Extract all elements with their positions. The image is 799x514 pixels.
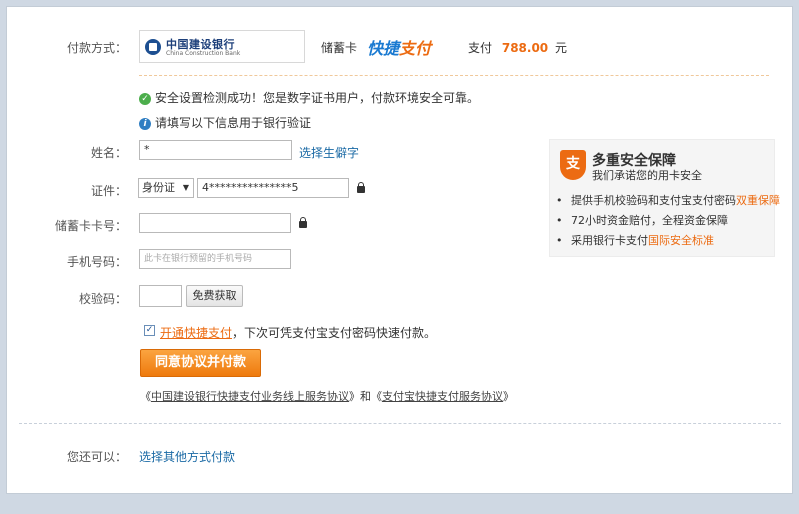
security-ok-notice: ✓ 安全设置检测成功！您是数字证书用户，付款环境安全可靠。: [139, 89, 479, 106]
lock-icon: [299, 217, 307, 228]
phone-field[interactable]: 此卡在银行预留的手机号码: [139, 249, 291, 269]
agreement-row: 《中国建设银行快捷支付业务线上服务协议》和《支付宝快捷支付服务协议》: [140, 388, 514, 404]
card-number-field[interactable]: [139, 213, 291, 233]
security-subtitle: 我们承诺您的用卡安全: [592, 169, 702, 182]
name-label: 姓名：: [90, 146, 127, 160]
currency: 元: [554, 41, 567, 55]
kuaijie-text-b: 支付: [399, 39, 432, 58]
code-field[interactable]: [139, 285, 182, 307]
payment-method-label: 付款方式：: [66, 41, 127, 55]
alipay-agreement-link[interactable]: 支付宝快捷支付服务协议: [382, 390, 503, 403]
info-icon: i: [139, 117, 151, 130]
agreement-suffix: 》: [503, 390, 514, 403]
security-item: 提供手机校验码和支付宝支付密码双重保障: [556, 192, 780, 208]
kuaijie-logo: 快捷支付: [367, 35, 431, 59]
agreement-prefix: 《: [140, 390, 151, 403]
id-label: 证件：: [90, 184, 127, 198]
chevron-down-icon: ▼: [182, 183, 189, 192]
name-field[interactable]: *: [139, 140, 292, 160]
id-type-value: 身份证: [142, 181, 175, 194]
enable-quick-text: ，下次可凭支付宝支付密码快速付款。: [232, 326, 437, 340]
kuaijie-text-a: 快捷: [367, 39, 400, 58]
bank-selector[interactable]: 中国建设银行 China Construction Bank: [139, 30, 305, 63]
bank-name-en: China Construction Bank: [166, 50, 241, 57]
security-ok-text: 安全设置检测成功！您是数字证书用户，付款环境安全可靠。: [155, 91, 480, 105]
enable-quick-checkbox[interactable]: ✓: [144, 325, 155, 336]
security-item: 72小时资金赔付，全程资金保障: [556, 212, 728, 228]
enable-quick-link[interactable]: 开通快捷支付: [160, 326, 232, 340]
divider-top: [139, 75, 769, 76]
pay-amount: 788.00: [501, 41, 549, 55]
payment-panel: 付款方式： 中国建设银行 China Construction Bank 储蓄卡…: [6, 6, 793, 494]
ccb-logo-icon: [145, 39, 161, 55]
submit-button[interactable]: 同意协议并付款: [140, 349, 261, 377]
card-type: 储蓄卡: [321, 41, 358, 55]
check-circle-icon: ✓: [139, 92, 151, 105]
phone-label: 手机号码：: [66, 255, 127, 269]
lock-icon: [357, 182, 365, 193]
code-label: 校验码：: [78, 292, 127, 306]
get-code-button[interactable]: 免费获取: [186, 285, 243, 307]
security-panel: 支 多重安全保障 我们承诺您的用卡安全 提供手机校验码和支付宝支付密码双重保障 …: [549, 139, 780, 257]
fill-info-notice: i 请填写以下信息用于银行验证: [139, 114, 311, 131]
security-item-highlight: 双重保障: [736, 194, 780, 207]
id-type-select[interactable]: 身份证 ▼: [138, 178, 194, 198]
enable-quick-row: 开通快捷支付，下次可凭支付宝支付密码快速付款。: [160, 324, 436, 341]
other-options-label: 您还可以：: [66, 450, 127, 464]
security-item-text: 提供手机校验码和支付宝支付密码: [571, 194, 736, 207]
pay-label: 支付: [468, 41, 493, 55]
security-item-highlight: 国际安全标准: [648, 234, 714, 247]
agreement-mid: 》和《: [349, 390, 382, 403]
ccb-agreement-link[interactable]: 中国建设银行快捷支付业务线上服务协议: [151, 390, 349, 403]
security-item: 采用银行卡支付国际安全标准: [556, 232, 714, 248]
security-item-text: 采用银行卡支付: [571, 234, 648, 247]
security-item-text: 72小时资金赔付，全程资金保障: [571, 214, 728, 227]
divider-bottom: [19, 423, 781, 424]
shield-icon: 支: [560, 150, 586, 180]
rare-char-link[interactable]: 选择生僻字: [299, 144, 359, 161]
fill-info-text: 请填写以下信息用于银行验证: [155, 116, 312, 130]
other-payment-link[interactable]: 选择其他方式付款: [139, 448, 235, 465]
id-number-field[interactable]: 4***************5: [197, 178, 349, 198]
pay-amount-row: 支付 788.00 元: [468, 39, 567, 56]
card-number-label: 储蓄卡卡号：: [54, 219, 127, 233]
